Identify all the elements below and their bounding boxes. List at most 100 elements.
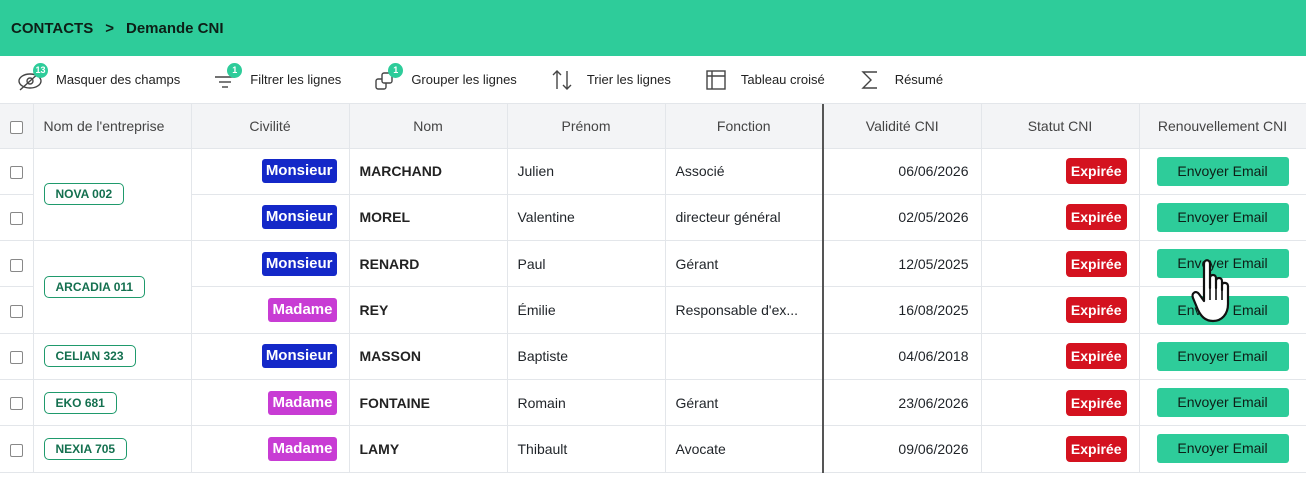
renouvellement-cell: Envoyer Email — [1139, 194, 1306, 242]
fonction-cell: Avocate — [665, 425, 824, 473]
table-header-row: Nom de l'entreprise Civilité Nom Prénom … — [0, 104, 1306, 149]
civilite-tag: Monsieur — [261, 159, 337, 184]
group-icon: 1 — [369, 62, 404, 94]
civilite-tag: Madame — [268, 390, 337, 415]
sort-icon — [545, 66, 579, 94]
send-email-button[interactable]: Envoyer Email — [1156, 249, 1289, 279]
select-all-checkbox[interactable] — [9, 120, 23, 134]
statut-expired-tag: Expirée — [1065, 204, 1127, 231]
hide-fields-label: Masquer des champs — [56, 72, 181, 87]
row-checkbox-cell[interactable] — [0, 240, 34, 288]
row-checkbox-cell[interactable] — [0, 379, 34, 427]
table-row: NOVA 002 Monsieur MARCHAND Julien Associé 06/… — [0, 148, 1306, 242]
row-checkbox[interactable] — [9, 212, 23, 226]
company-tag[interactable]: NEXIA 705 — [43, 437, 128, 460]
sigma-icon — [853, 66, 887, 94]
column-header-fonction[interactable]: Fonction — [665, 104, 824, 149]
company-tag[interactable]: NOVA 002 — [43, 183, 125, 206]
sort-button[interactable]: Trier les lignes — [545, 66, 671, 94]
company-tag[interactable]: ARCADIA 011 — [43, 275, 146, 298]
send-email-button[interactable]: Envoyer Email — [1156, 156, 1289, 186]
pivot-button[interactable]: Tableau croisé — [699, 66, 825, 94]
prenom-cell: Romain — [507, 379, 666, 427]
fonction-cell: Associé — [665, 148, 824, 195]
civilite-tag: Madame — [268, 436, 337, 461]
breadcrumb-root[interactable]: CONTACTS — [11, 20, 93, 37]
renouvellement-cell: Envoyer Email — [1139, 333, 1306, 380]
table-row: ARCADIA 011 Monsieur RENARD Paul Gérant 12/05… — [0, 240, 1306, 334]
column-header-renouvellement[interactable]: Renouvellement CNI — [1139, 104, 1306, 149]
civilite-tag: Monsieur — [261, 205, 337, 230]
row-checkbox[interactable] — [9, 304, 23, 318]
hide-fields-button[interactable]: 13 Masquer des champs — [14, 62, 181, 94]
column-header-statut[interactable]: Statut CNI — [981, 104, 1140, 149]
filter-badge: 1 — [227, 62, 243, 78]
civilite-tag: Madame — [268, 298, 337, 323]
civilite-tag: Monsieur — [261, 344, 337, 369]
send-email-button[interactable]: Envoyer Email — [1156, 341, 1289, 371]
row-checkbox[interactable] — [9, 443, 23, 457]
statut-expired-tag: Expirée — [1065, 250, 1127, 277]
column-header-civilite[interactable]: Civilité — [191, 104, 350, 149]
civilite-cell: Monsieur — [191, 194, 350, 242]
row-checkbox[interactable] — [9, 165, 23, 179]
renouvellement-cell: Envoyer Email — [1139, 148, 1306, 195]
table-row: Monsieur MOREL Valentine directeur général 0… — [0, 194, 1306, 242]
row-checkbox[interactable] — [9, 258, 23, 272]
statut-expired-tag: Expirée — [1065, 435, 1127, 462]
column-header-nom[interactable]: Nom — [349, 104, 508, 149]
group-button[interactable]: 1 Grouper les lignes — [369, 62, 517, 94]
validite-cell: 02/05/2026 — [823, 194, 982, 242]
send-email-button[interactable]: Envoyer Email — [1156, 388, 1289, 418]
validite-cell: 09/06/2026 — [823, 425, 982, 473]
eye-off-icon: 13 — [14, 62, 48, 94]
toolbar: 13 Masquer des champs 1 Filtrer les lign… — [0, 56, 1306, 104]
civilite-cell: Monsieur — [191, 333, 350, 380]
table-row: Madame REY Émilie Responsable d'ex... 16/08/… — [0, 286, 1306, 334]
summary-button[interactable]: Résumé — [853, 66, 943, 94]
civilite-cell: Madame — [191, 379, 350, 427]
row-checkbox[interactable] — [9, 351, 23, 365]
pivot-icon — [699, 66, 733, 94]
company-tag[interactable]: EKO 681 — [43, 391, 117, 414]
nom-cell: LAMY — [349, 425, 508, 473]
prenom-cell: Émilie — [507, 286, 666, 334]
row-checkbox-cell[interactable] — [0, 425, 34, 473]
nom-cell: MASSON — [349, 333, 508, 380]
summary-label: Résumé — [894, 72, 944, 87]
renouvellement-cell: Envoyer Email — [1139, 286, 1306, 334]
send-email-button[interactable]: Envoyer Email — [1156, 295, 1289, 325]
nom-cell: MOREL — [349, 194, 508, 242]
company-tag[interactable]: CELIAN 323 — [43, 345, 136, 368]
row-checkbox-cell[interactable] — [0, 333, 34, 380]
row-checkbox-cell[interactable] — [0, 194, 34, 242]
pivot-label: Tableau croisé — [740, 72, 825, 87]
column-header-prenom[interactable]: Prénom — [507, 104, 666, 149]
column-header-validite[interactable]: Validité CNI — [823, 104, 982, 149]
fonction-cell: Responsable d'ex... — [665, 286, 824, 334]
column-header-company[interactable]: Nom de l'entreprise — [33, 104, 192, 149]
fonction-cell: Gérant — [665, 379, 824, 427]
validite-cell: 06/06/2026 — [823, 148, 982, 195]
row-checkbox-cell[interactable] — [0, 148, 34, 195]
renouvellement-cell: Envoyer Email — [1139, 379, 1306, 427]
row-checkbox[interactable] — [9, 397, 23, 411]
hide-fields-badge: 13 — [33, 62, 48, 78]
contacts-table: Nom de l'entreprise Civilité Nom Prénom … — [0, 104, 1306, 473]
statut-cell: Expirée — [981, 194, 1140, 242]
company-cell: ARCADIA 011 — [33, 240, 192, 334]
renouvellement-cell: Envoyer Email — [1139, 240, 1306, 288]
fonction-cell: directeur général — [665, 194, 824, 242]
group-label: Grouper les lignes — [411, 72, 517, 87]
company-cell: NEXIA 705 — [33, 425, 192, 473]
nom-cell: REY — [349, 286, 508, 334]
select-all-checkbox-cell[interactable] — [0, 104, 34, 149]
statut-cell: Expirée — [981, 425, 1140, 473]
send-email-button[interactable]: Envoyer Email — [1156, 202, 1289, 232]
renouvellement-cell: Envoyer Email — [1139, 425, 1306, 473]
row-checkbox-cell[interactable] — [0, 286, 34, 334]
civilite-cell: Monsieur — [191, 148, 350, 195]
filter-button[interactable]: 1 Filtrer les lignes — [208, 62, 341, 94]
fonction-cell: Gérant — [665, 240, 824, 288]
send-email-button[interactable]: Envoyer Email — [1156, 434, 1289, 464]
